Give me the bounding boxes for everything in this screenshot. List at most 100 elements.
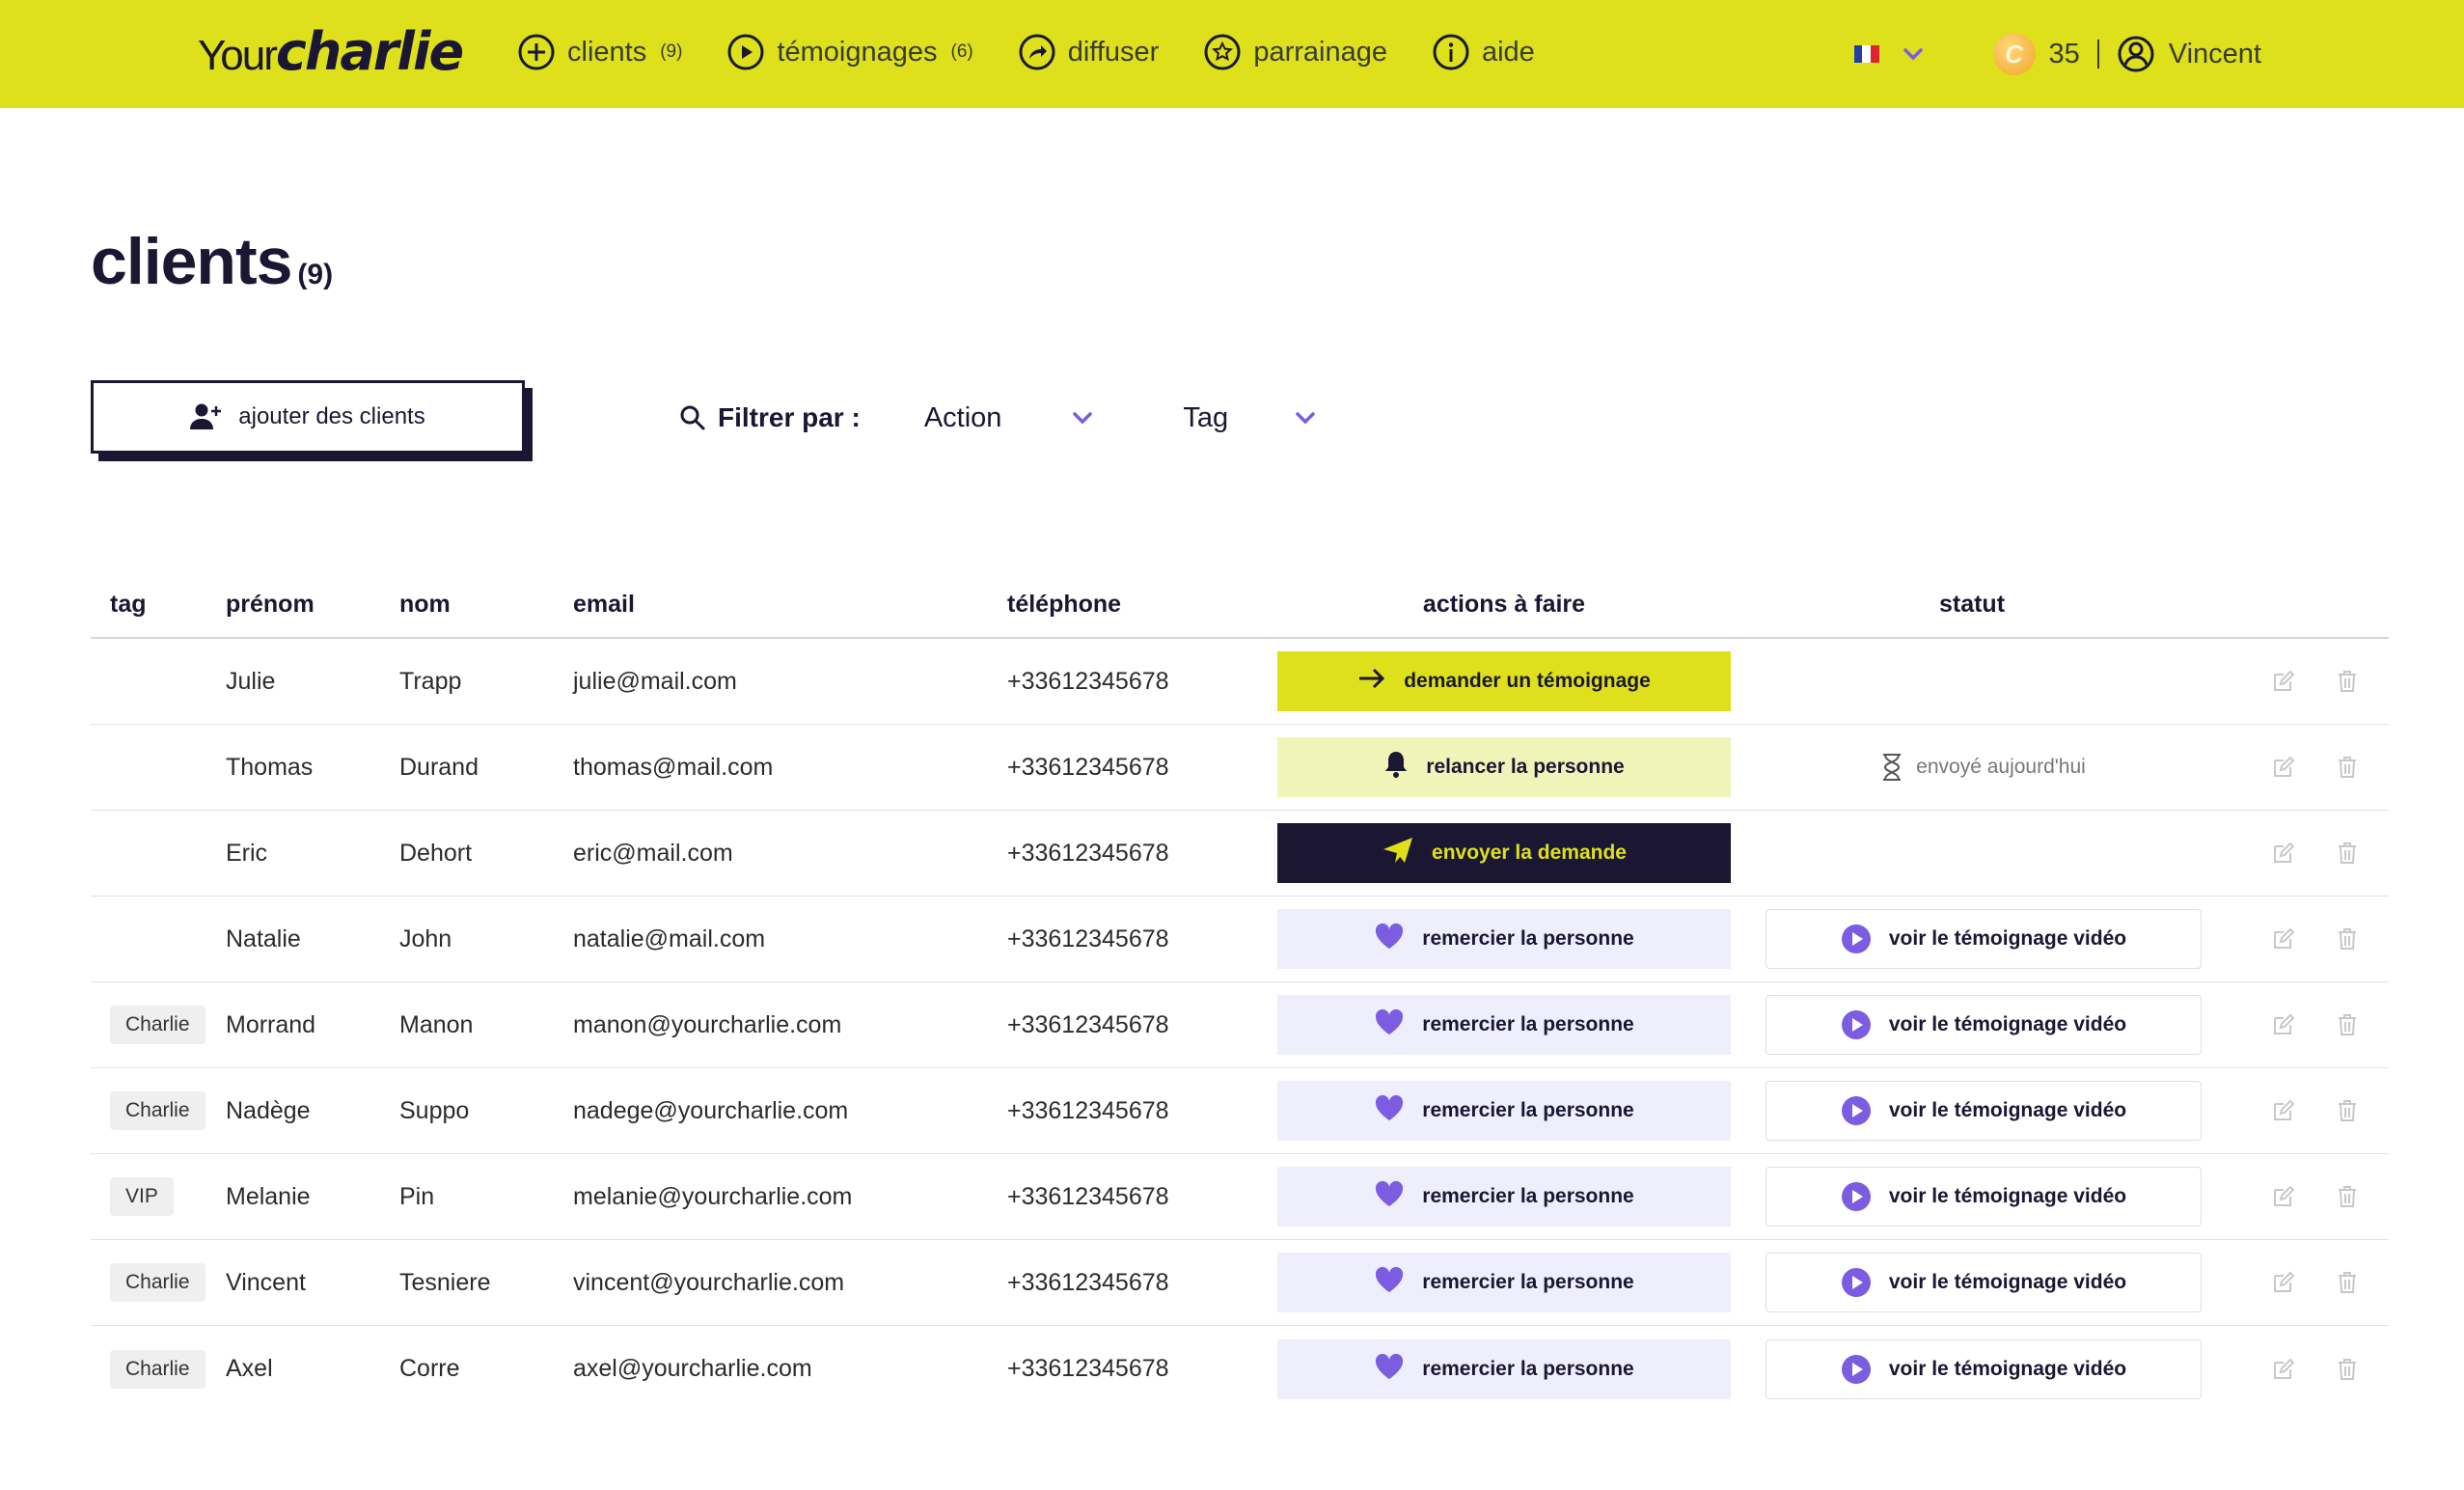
- first-name-cell: Natalie: [226, 924, 301, 952]
- last-name-cell: Corre: [399, 1355, 460, 1382]
- col-phone[interactable]: téléphone: [1007, 591, 1277, 619]
- remercier-button[interactable]: remercier la personne: [1277, 909, 1731, 969]
- email-cell: axel@yourcharlie.com: [573, 1355, 812, 1382]
- nav-parrainage[interactable]: parrainage: [1203, 33, 1387, 71]
- demander-button[interactable]: demander un témoignage: [1277, 651, 1731, 711]
- view-video-testimonial-button[interactable]: voir le témoignage vidéo: [1766, 1081, 2202, 1141]
- col-status: statut: [1938, 590, 2006, 618]
- credits-coin-icon: C: [1992, 33, 2036, 75]
- tag-badge[interactable]: Charlie: [110, 1091, 205, 1130]
- edit-icon[interactable]: [2271, 1184, 2296, 1209]
- tag-badge[interactable]: Charlie: [110, 1349, 205, 1389]
- view-video-label: voir le témoignage vidéo: [1888, 1271, 2127, 1293]
- paper-plane-icon: [1383, 838, 1413, 863]
- view-video-testimonial-button[interactable]: voir le témoignage vidéo: [1766, 1338, 2202, 1399]
- heart-icon: [1376, 1266, 1404, 1292]
- trash-icon[interactable]: [2335, 1270, 2360, 1295]
- edit-icon[interactable]: [2271, 841, 2296, 866]
- tag-badge[interactable]: VIP: [110, 1177, 174, 1216]
- table-row: Julie Trapp julie@mail.com +33612345678 …: [91, 639, 2389, 725]
- row-tools: [2213, 841, 2389, 866]
- play-circle-icon: [1841, 1010, 1871, 1039]
- edit-icon[interactable]: [2271, 755, 2296, 780]
- trash-icon[interactable]: [2335, 669, 2360, 694]
- table-header: tag prénom nom email téléphone actions à…: [91, 571, 2389, 639]
- nav-clients[interactable]: clients (9): [517, 33, 682, 71]
- envoyer-button[interactable]: envoyer la demande: [1277, 823, 1731, 883]
- remercier-button[interactable]: remercier la personne: [1277, 1167, 1731, 1227]
- view-video-testimonial-button[interactable]: voir le témoignage vidéo: [1766, 1253, 2202, 1312]
- star-badge-icon: [1204, 34, 1241, 70]
- col-tag[interactable]: tag: [91, 591, 226, 619]
- edit-icon[interactable]: [2271, 669, 2296, 694]
- action-label: relancer la personne: [1426, 756, 1625, 778]
- col-first-name[interactable]: prénom: [226, 591, 399, 619]
- edit-icon[interactable]: [2271, 1270, 2296, 1295]
- remercier-button[interactable]: remercier la personne: [1277, 995, 1731, 1055]
- top-navigation-bar: Your charlie clients (9) témoignages (6)…: [0, 0, 2464, 108]
- user-circle-icon[interactable]: [2117, 35, 2155, 73]
- view-video-testimonial-button[interactable]: voir le témoignage vidéo: [1766, 909, 2202, 969]
- trash-icon[interactable]: [2335, 1184, 2360, 1209]
- email-cell: nadege@yourcharlie.com: [573, 1096, 849, 1124]
- row-tools: [2213, 755, 2389, 780]
- remercier-button[interactable]: remercier la personne: [1277, 1338, 1731, 1399]
- email-cell: eric@mail.com: [573, 839, 733, 867]
- table-row: Thomas Durand thomas@mail.com +336123456…: [91, 725, 2389, 811]
- trash-icon[interactable]: [2335, 1357, 2360, 1382]
- filter-tag-value: Tag: [1183, 401, 1229, 433]
- view-video-testimonial-button[interactable]: voir le témoignage vidéo: [1766, 1167, 2202, 1227]
- tag-badge[interactable]: Charlie: [110, 1006, 205, 1044]
- main-nav: clients (9) témoignages (6) diffuser par…: [517, 33, 1535, 71]
- heart-icon: [1376, 1353, 1404, 1379]
- nav-aide-label: aide: [1481, 36, 1535, 68]
- nav-diffuser[interactable]: diffuser: [1018, 33, 1160, 71]
- tag-badge[interactable]: Charlie: [110, 1263, 205, 1302]
- edit-icon[interactable]: [2271, 926, 2296, 952]
- email-cell: manon@yourcharlie.com: [573, 1010, 842, 1038]
- last-name-cell: John: [399, 924, 452, 952]
- row-tools: [2213, 669, 2389, 694]
- nav-temoignages-label: témoignages: [777, 36, 938, 68]
- last-name-cell: Suppo: [399, 1096, 470, 1124]
- status-text: envoyé aujourd'hui: [1766, 753, 2202, 782]
- edit-icon[interactable]: [2271, 1357, 2296, 1382]
- first-name-cell: Julie: [226, 667, 276, 695]
- clients-table: tag prénom nom email téléphone actions à…: [91, 571, 2389, 1412]
- email-cell: natalie@mail.com: [573, 924, 766, 952]
- trash-icon[interactable]: [2335, 1098, 2360, 1123]
- edit-icon[interactable]: [2271, 1012, 2296, 1037]
- search-icon: [680, 405, 705, 430]
- table-row: Charlie Nadège Suppo nadege@yourcharlie.…: [91, 1068, 2389, 1154]
- col-email[interactable]: email: [573, 591, 1007, 619]
- phone-cell: +33612345678: [1007, 1355, 1169, 1382]
- trash-icon[interactable]: [2335, 1012, 2360, 1037]
- filter-action-dropdown[interactable]: Action: [924, 402, 1097, 434]
- language-flag-fr[interactable]: [1853, 45, 1879, 63]
- trash-icon[interactable]: [2335, 755, 2360, 780]
- add-clients-button[interactable]: ajouter des clients: [91, 380, 525, 454]
- nav-parrainage-label: parrainage: [1253, 36, 1387, 68]
- heart-icon: [1376, 923, 1404, 949]
- edit-icon[interactable]: [2271, 1098, 2296, 1123]
- remercier-button[interactable]: remercier la personne: [1277, 1253, 1731, 1312]
- email-cell: thomas@mail.com: [573, 753, 774, 781]
- credits-count: 35: [2048, 38, 2080, 69]
- user-name[interactable]: Vincent: [2169, 39, 2261, 70]
- col-last-name[interactable]: nom: [399, 591, 573, 619]
- remercier-button[interactable]: remercier la personne: [1277, 1081, 1731, 1141]
- yourcharlie-logo[interactable]: Your charlie: [198, 21, 464, 89]
- nav-diffuser-label: diffuser: [1067, 36, 1160, 68]
- view-video-testimonial-button[interactable]: voir le témoignage vidéo: [1766, 995, 2202, 1055]
- nav-temoignages[interactable]: témoignages (6): [726, 33, 973, 71]
- nav-aide[interactable]: aide: [1432, 33, 1535, 71]
- table-row: Charlie Axel Corre axel@yourcharlie.com …: [91, 1326, 2389, 1412]
- trash-icon[interactable]: [2335, 841, 2360, 866]
- action-cell: remercier la personne: [1277, 1253, 1731, 1312]
- filter-tag-dropdown[interactable]: Tag: [1183, 402, 1319, 434]
- header-right: C 35 Vincent: [1853, 29, 2261, 79]
- add-clients-label: ajouter des clients: [238, 403, 425, 429]
- relancer-button[interactable]: relancer la personne: [1277, 737, 1731, 797]
- trash-icon[interactable]: [2335, 926, 2360, 952]
- chevron-down-icon[interactable]: [1901, 41, 1926, 67]
